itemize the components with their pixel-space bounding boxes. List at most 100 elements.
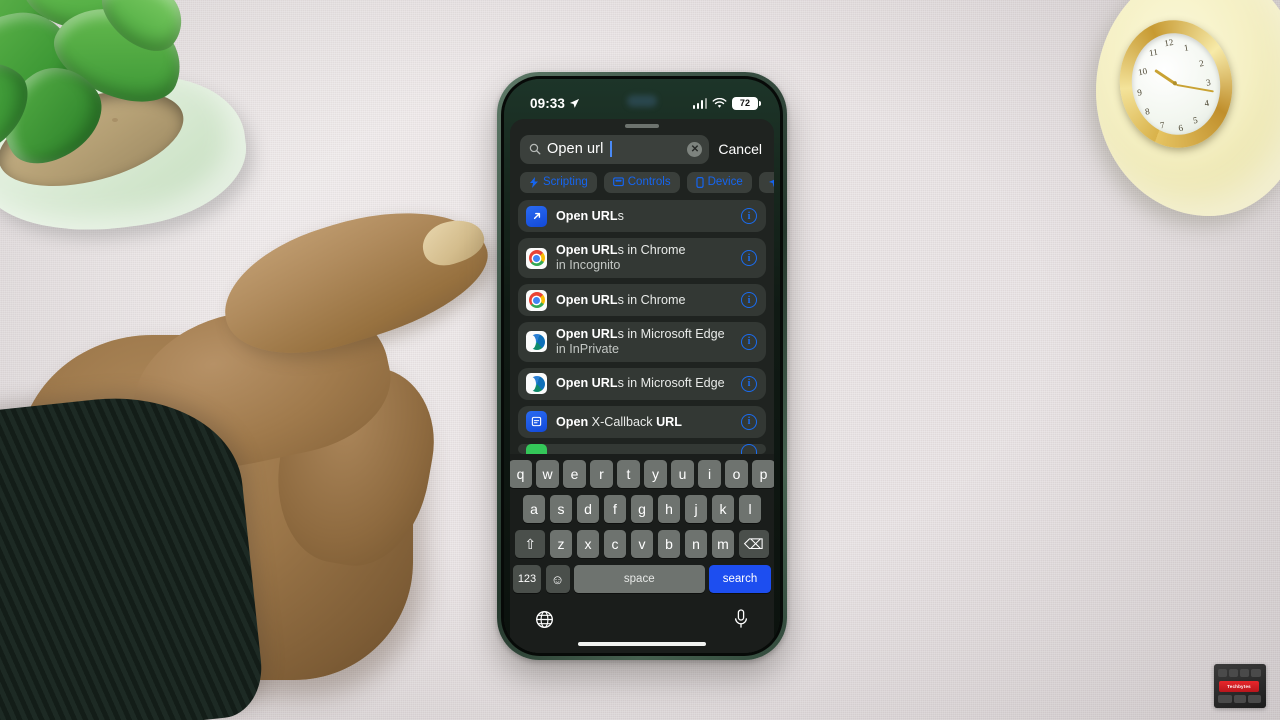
keyboard-row-2: a s d f g h j k l [513,495,771,523]
battery-indicator: 72 [732,96,761,110]
clock-bezel: 12 1 2 3 4 5 6 7 8 9 10 11 [1109,11,1243,157]
result-row-open-x-callback-url[interactable]: Open X-Callback URL i [518,405,766,439]
clock-face: 12 1 2 3 4 5 6 7 8 9 10 11 [1123,26,1229,142]
key-x[interactable]: x [576,530,600,558]
globe-icon[interactable] [535,610,554,629]
key-d[interactable]: d [576,495,600,523]
edge-icon [526,331,547,353]
phone-bezel: 09:33 72 Open url ✕ Cancel Scripting Con… [501,76,783,656]
key-a[interactable]: a [522,495,546,523]
key-z[interactable]: z [549,530,573,558]
result-title: Open X-Callback URL [556,414,682,429]
home-indicator[interactable] [578,642,706,646]
key-u[interactable]: u [671,460,694,488]
key-f[interactable]: f [603,495,627,523]
chrome-icon [526,247,547,269]
key-m[interactable]: m [711,530,735,558]
chip-location[interactable]: Loc [758,171,774,193]
search-key[interactable]: search [709,565,771,593]
logo-watermark: Techbytes [1214,664,1266,708]
on-screen-keyboard: q w e r t y u i o p a s d f g h j k l ⇧ … [510,454,774,653]
key-l[interactable]: l [738,495,762,523]
search-sheet: Open url ✕ Cancel Scripting Controls Dev… [510,119,774,653]
emoji-key[interactable]: ☺ [545,565,570,593]
scripting-icon [530,176,538,188]
filter-chips: Scripting Controls Device [510,171,774,200]
key-n[interactable]: n [684,530,708,558]
phone-screen: 09:33 72 Open url ✕ Cancel Scripting Con… [504,79,780,653]
magnifier-icon [529,143,541,155]
key-c[interactable]: c [603,530,627,558]
safari-open-url-icon [526,205,547,227]
keyboard-row-4: 123 ☺ space search [513,565,771,593]
controls-icon [612,177,624,187]
chip-controls[interactable]: Controls [603,171,680,193]
key-r[interactable]: r [590,460,613,488]
key-h[interactable]: h [657,495,681,523]
key-s[interactable]: s [549,495,573,523]
info-button[interactable]: i [741,413,757,430]
key-e[interactable]: e [563,460,586,488]
info-button[interactable]: i [741,333,757,350]
key-q[interactable]: q [510,460,532,488]
space-key[interactable]: space [574,565,705,593]
text-caret [610,141,613,158]
info-button[interactable]: i [741,375,757,392]
key-j[interactable]: j [684,495,708,523]
clear-search-button[interactable]: ✕ [687,141,703,157]
key-y[interactable]: y [644,460,667,488]
backspace-key[interactable]: ⌫ [738,530,769,558]
location-arrow-icon [569,98,580,108]
key-k[interactable]: k [711,495,735,523]
partial-app-icon [526,444,547,454]
search-value: Open url [547,141,604,158]
info-button[interactable]: i [741,292,757,308]
location-icon [768,179,774,187]
key-v[interactable]: v [630,530,654,558]
result-subtitle: in Incognito [556,258,621,273]
key-i[interactable]: i [698,460,721,488]
cellular-bars-icon [692,97,707,109]
result-row-partial[interactable] [518,444,766,454]
result-row-open-urls-edge[interactable]: Open URLs in Microsoft Edge i [518,367,766,400]
result-title: Open URLs in Microsoft Edge in InPrivate [556,327,732,357]
key-t[interactable]: t [617,460,640,488]
keyboard-row-3: ⇧ z x c v b n m ⌫ [513,530,771,558]
numeric-key[interactable]: 123 [513,565,541,593]
logo-red-key: Techbytes [1219,681,1259,692]
search-row: Open url ✕ Cancel [510,131,774,172]
result-title: Open URLs in Chrome [556,292,686,307]
result-title: Open URLs in Microsoft Edge [556,376,725,391]
wifi-icon [712,97,727,108]
device-icon [695,176,704,188]
chip-label: Scripting [543,176,588,189]
search-results-list: Open URLs i Open URLs in Chrome in Incog… [510,200,774,454]
status-time: 09:33 [530,95,566,111]
chip-scripting[interactable]: Scripting [520,171,597,193]
key-b[interactable]: b [657,530,681,558]
smartphone: 09:33 72 Open url ✕ Cancel Scripting Con… [497,72,787,660]
sheet-grabber[interactable] [625,124,659,128]
info-button[interactable]: i [741,208,757,225]
result-row-open-urls-edge-inprivate[interactable]: Open URLs in Microsoft Edge in InPrivate… [518,322,766,362]
key-w[interactable]: w [536,460,559,488]
result-row-open-urls[interactable]: Open URLs i [518,200,766,233]
chip-label: Controls [627,176,671,189]
result-row-open-urls-chrome[interactable]: Open URLs in Chrome i [518,283,766,317]
key-o[interactable]: o [725,460,748,488]
keyboard-row-1: q w e r t y u i o p [510,460,774,488]
chip-device[interactable]: Device [686,171,752,193]
shift-key[interactable]: ⇧ [515,530,546,558]
result-subtitle: in InPrivate [556,341,619,356]
info-button[interactable]: i [741,250,757,267]
microphone-icon[interactable] [733,609,749,629]
home-indicator-area [513,642,771,653]
x-callback-url-icon [526,411,547,433]
result-row-open-urls-chrome-incognito[interactable]: Open URLs in Chrome in Incognito i [518,238,766,278]
keyboard-bottom-bar [513,600,771,635]
key-p[interactable]: p [752,460,774,488]
cancel-button[interactable]: Cancel [718,141,766,157]
key-g[interactable]: g [630,495,654,523]
search-input[interactable]: Open url ✕ [520,134,710,164]
partial-info-button[interactable] [741,444,757,454]
